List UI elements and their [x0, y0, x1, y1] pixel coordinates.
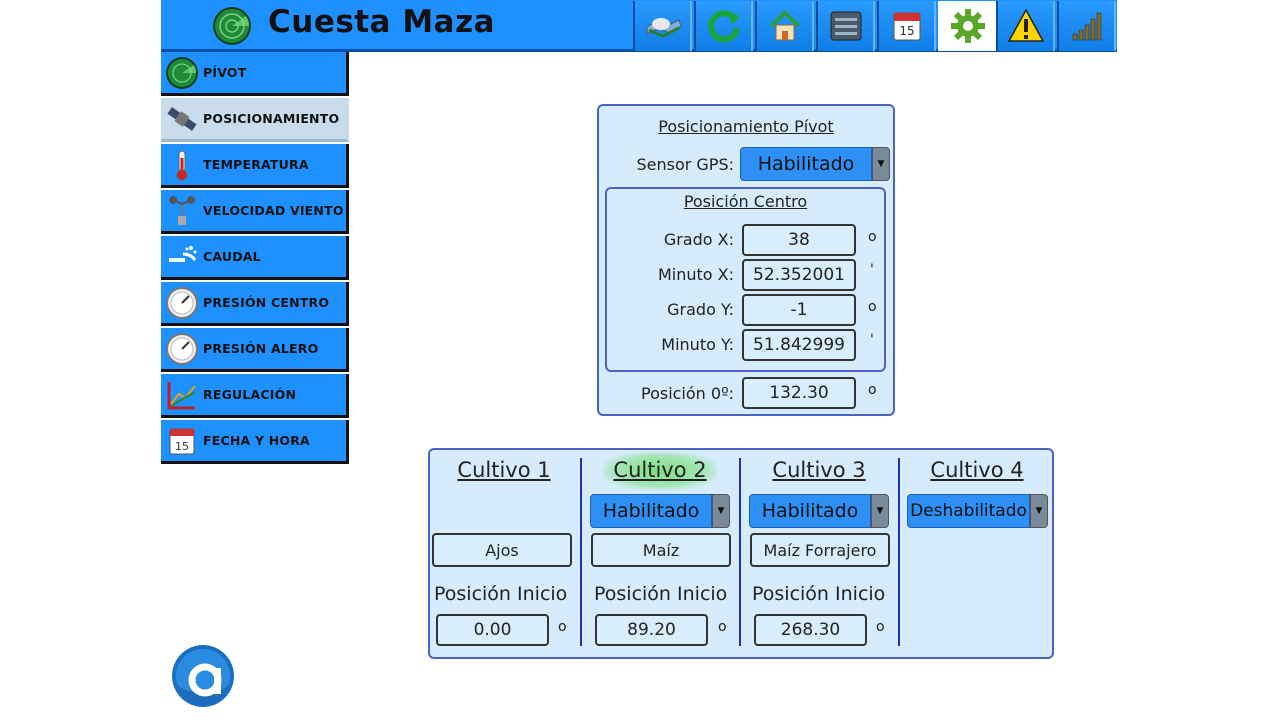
warning-icon [1007, 8, 1044, 42]
grade-y-label: Grado Y: [667, 300, 734, 319]
crop-2-name-field[interactable]: Maíz [591, 533, 731, 567]
calendar-icon: 15 [161, 421, 203, 461]
radar-icon [161, 53, 203, 93]
map-icon [646, 18, 682, 38]
minute-x-field[interactable]: 52.352001 [742, 259, 856, 291]
degree-unit: o [876, 619, 885, 635]
crop-2-start-label: Posición Inicio [594, 583, 728, 605]
home-button[interactable] [755, 1, 814, 51]
crop-3-state-select[interactable]: Habilitado ▼ [749, 494, 889, 528]
crop-2-start-field[interactable]: 89.20 [595, 614, 708, 646]
sidebar-item-label: REGULACIÓN [203, 387, 297, 402]
sidebar-item-label: FECHA Y HORA [203, 433, 310, 448]
gps-select[interactable]: Habilitado ▼ [740, 147, 890, 181]
degree-unit: o [868, 382, 877, 398]
zero-position-field[interactable]: 132.30 [742, 377, 856, 409]
chevron-down-icon: ▼ [712, 494, 730, 528]
sidebar-item-wind-speed[interactable]: VELOCIDAD VIENTO [161, 190, 349, 234]
map-button[interactable] [633, 1, 692, 51]
settings-button[interactable] [938, 1, 997, 51]
crop-4-state-select[interactable]: Deshabilitado ▼ [907, 494, 1048, 528]
gps-select-value: Habilitado [740, 147, 872, 181]
minute-x-label: Minuto X: [657, 265, 734, 284]
brand-logo [171, 644, 235, 708]
sidebar-item-label: VELOCIDAD VIENTO [203, 203, 344, 218]
calendar-button[interactable]: 15 [877, 1, 936, 51]
degree-unit: o [558, 619, 567, 635]
sidebar-item-label: CAUDAL [203, 249, 261, 264]
sidebar-item-label: POSICIONAMIENTO [203, 111, 340, 126]
sidebar-item-temperature[interactable]: TEMPERATURA [161, 144, 349, 188]
crop-1-name-field[interactable]: Ajos [432, 533, 572, 567]
crop-2-state-select[interactable]: Habilitado ▼ [590, 494, 730, 528]
thermometer-icon [161, 145, 203, 185]
chevron-down-icon: ▼ [872, 147, 890, 181]
signal-icon [1072, 12, 1101, 41]
radar-logo-icon [212, 6, 252, 46]
minute-y-label: Minuto Y: [661, 335, 734, 354]
anemometer-icon [161, 191, 203, 231]
svg-text:15: 15 [175, 440, 189, 453]
grade-x-field[interactable]: 38 [742, 224, 856, 256]
home-icon [769, 10, 800, 41]
minute-unit: ' [870, 262, 874, 278]
sidebar-item-flow[interactable]: CAUDAL [161, 236, 349, 280]
zero-position-label: Posición 0º: [640, 384, 734, 403]
crop-2-title[interactable]: Cultivo 2 [584, 458, 736, 482]
list-icon [830, 11, 861, 41]
divider [898, 458, 900, 646]
minute-unit: ' [870, 332, 874, 348]
crop-4-state-value: Deshabilitado [907, 494, 1030, 528]
gear-icon [950, 9, 985, 43]
degree-unit: o [718, 619, 727, 635]
sidebar-item-label: PÍVOT [203, 65, 247, 80]
sidebar-item-eave-pressure[interactable]: PRESIÓN ALERO [161, 328, 349, 372]
warning-button[interactable] [996, 1, 1055, 51]
crop-3-state-value: Habilitado [749, 494, 871, 528]
center-position-title: Posición Centro [683, 192, 808, 211]
crop-1-title: Cultivo 1 [457, 458, 551, 482]
calendar-icon: 15 [893, 12, 920, 41]
degree-unit: o [868, 229, 877, 245]
sidebar-item-date-time[interactable]: 15 FECHA Y HORA [161, 420, 349, 464]
sidebar-item-pivot[interactable]: PÍVOT [161, 52, 349, 96]
divider [739, 458, 741, 646]
list-button[interactable] [816, 1, 875, 51]
refresh-button[interactable] [694, 1, 753, 51]
crop-3-start-label: Posición Inicio [752, 583, 886, 605]
water-icon [161, 237, 203, 277]
satellite-icon [161, 99, 203, 139]
gauge-icon [161, 329, 203, 369]
crop-3-title: Cultivo 3 [772, 458, 866, 482]
degree-unit: o [868, 299, 877, 315]
crop-1-start-label: Posición Inicio [434, 583, 568, 605]
chevron-down-icon: ▼ [1030, 494, 1048, 528]
chevron-down-icon: ▼ [871, 494, 889, 528]
gps-label: Sensor GPS: [636, 155, 734, 174]
chart-icon [161, 375, 203, 415]
sidebar-item-label: TEMPERATURA [203, 157, 309, 172]
minute-y-field[interactable]: 51.842999 [742, 329, 856, 361]
svg-text:15: 15 [899, 24, 914, 38]
positioning-title: Posicionamiento Pívot [658, 117, 834, 136]
grade-x-label: Grado X: [663, 230, 734, 249]
sidebar-item-label: PRESIÓN CENTRO [203, 295, 330, 310]
sidebar-item-center-pressure[interactable]: PRESIÓN CENTRO [161, 282, 349, 326]
gauge-icon [161, 283, 203, 323]
sidebar-item-positioning[interactable]: POSICIONAMIENTO [161, 98, 349, 142]
sidebar-item-label: PRESIÓN ALERO [203, 341, 319, 356]
crop-1-start-field[interactable]: 0.00 [436, 614, 549, 646]
sidebar-item-regulation[interactable]: REGULACIÓN [161, 374, 349, 418]
crop-3-start-field[interactable]: 268.30 [754, 614, 867, 646]
crop-3-name-field[interactable]: Maíz Forrajero [750, 533, 890, 567]
grade-y-field[interactable]: -1 [742, 294, 856, 326]
refresh-icon [707, 10, 740, 43]
divider [580, 458, 582, 646]
crop-2-state-value: Habilitado [590, 494, 712, 528]
signal-button[interactable] [1057, 1, 1116, 51]
app-title: Cuesta Maza [268, 4, 496, 40]
crop-4-title: Cultivo 4 [930, 458, 1024, 482]
